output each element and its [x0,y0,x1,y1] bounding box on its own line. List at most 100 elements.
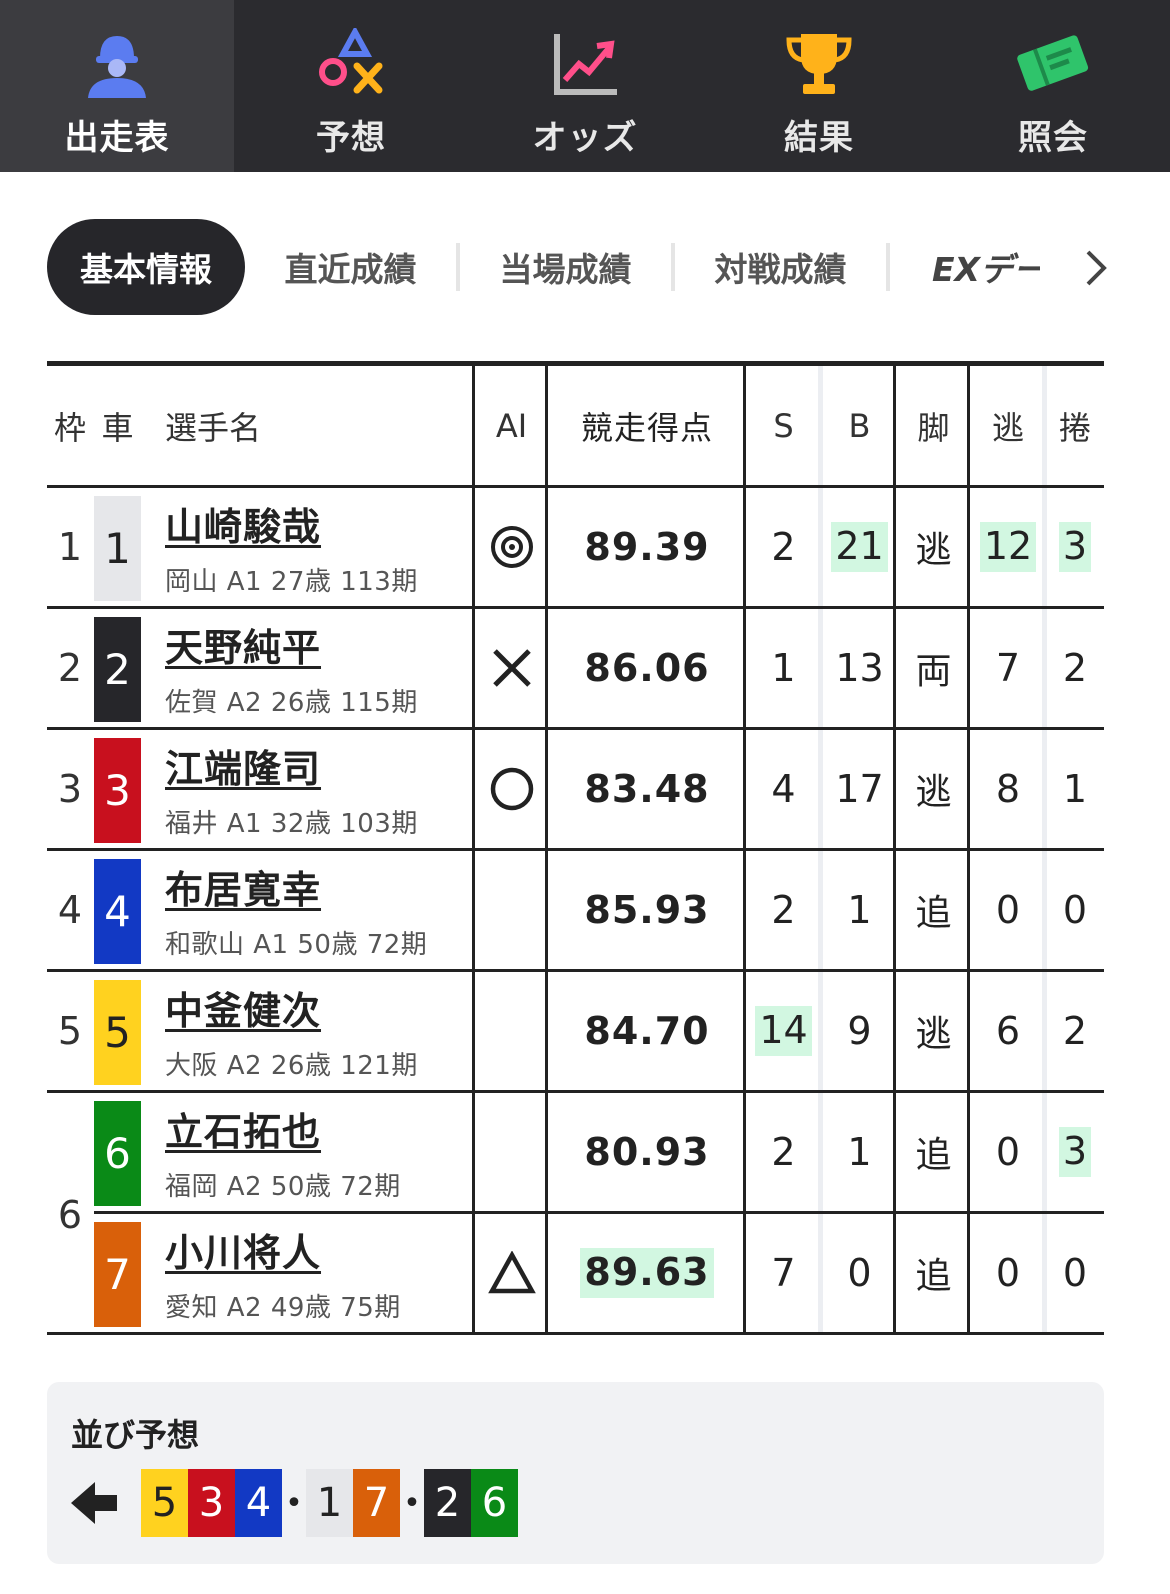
line-separator: • [285,1485,303,1521]
makuri-count: 3 [1058,1127,1092,1177]
nav-item-inquiry[interactable]: 照会 [936,0,1170,172]
race-score-cell: 86.06 [548,609,746,727]
rider-name-link[interactable]: 布居寛幸 [165,859,321,914]
car-number: 4 [94,859,141,964]
table-row[interactable]: 22 天野純平 佐賀 A2 26歳 115期 86.06 1 13 両 7 2 [47,609,1104,730]
nav-item-results[interactable]: 結果 [702,0,936,172]
nav-label: オッズ [532,118,638,158]
top-nav: 出走表 予想 オッズ 結果 照会 [0,0,1170,172]
nige-count: 8 [995,767,1021,811]
divider [1042,972,1047,1090]
race-score-cell: 85.93 [548,851,746,969]
ai-mark-empty [475,1093,548,1211]
car-number: 5 [94,980,141,1085]
s-cell: 2 [746,488,821,606]
divider [818,851,823,969]
info-tabs: 基本情報 直近成績 当場成績 対戦成績 EXデー [47,219,1127,315]
rider-info: 福井 A1 32歳 103期 [165,809,418,839]
nige-count: 6 [995,1009,1021,1053]
nav-label: 結果 [784,118,854,158]
rider-name-link[interactable]: 小川将人 [165,1222,321,1277]
riding-style: 追 [915,1256,952,1297]
divider [545,730,548,848]
makuri-count: 0 [1062,1251,1088,1295]
line-car-chip: 5 [141,1469,188,1537]
table-row[interactable]: 33 江端隆司 福井 A1 32歳 103期 83.48 4 17 逃 8 1 [47,730,1104,851]
s-count: 14 [755,1006,812,1056]
tab-ex-data[interactable]: EXデー [890,219,1040,315]
riding-style: 両 [915,651,952,692]
divider [967,972,970,1090]
divider [893,972,896,1090]
s-count: 2 [771,888,796,932]
divider [967,609,970,727]
line-car-chip: 2 [424,1469,471,1537]
rider-name-link[interactable]: 天野純平 [165,617,321,672]
tab-recent-results[interactable]: 直近成績 [245,243,460,291]
s-cell: 7 [746,1214,821,1332]
table-row[interactable]: 55 中釜健次 大阪 A2 26歳 121期 84.70 14 9 逃 6 2 [47,972,1104,1093]
tab-venue-results[interactable]: 当場成績 [460,243,675,291]
table-row[interactable]: 7 小川将人 愛知 A2 49歳 75期 89.63 7 0 追 0 0 [47,1214,1104,1335]
header-s: S [773,406,794,445]
divider [818,730,823,848]
race-score: 86.06 [584,646,710,690]
divider [893,851,896,969]
tab-head-to-head[interactable]: 対戦成績 [675,243,890,291]
table-row[interactable]: 44 布居寛幸 和歌山 A1 50歳 72期 85.93 2 1 追 0 0 [47,851,1104,972]
divider [818,972,823,1090]
divider [818,609,823,727]
rider-cell: 山崎駿哉 岡山 A1 27歳 113期 [165,488,475,606]
divider [472,366,475,485]
b-count: 1 [847,1130,872,1174]
divider [545,1093,548,1211]
header-ai: AI [495,406,528,445]
b-count: 17 [835,767,884,811]
divider [545,851,548,969]
header-sha: 車 [101,408,134,447]
nav-item-entries[interactable]: 出走表 [0,0,234,172]
chevron-right-icon[interactable] [1078,246,1114,290]
makuri-count: 2 [1062,1009,1088,1053]
divider [743,488,746,606]
b-count: 0 [847,1251,872,1295]
divider [743,1214,746,1332]
rider-name-link[interactable]: 立石拓也 [165,1101,321,1156]
s-cell: 1 [746,609,821,727]
waku-number: 1 [57,525,83,569]
rider-cell: 小川将人 愛知 A2 49歳 75期 [165,1214,475,1332]
riding-style: 追 [915,1135,952,1176]
b-cell: 9 [822,972,897,1090]
race-score-cell: 80.93 [548,1093,746,1211]
divider [545,609,548,727]
rider-cell: 布居寛幸 和歌山 A1 50歳 72期 [165,851,475,969]
nav-item-prediction[interactable]: 予想 [234,0,468,172]
tab-basic-info[interactable]: 基本情報 [47,219,245,315]
nige-cell: 0 [970,1093,1046,1211]
b-cell: 21 [822,488,897,606]
divider [893,1214,896,1332]
s-count: 1 [771,646,796,690]
header-name: 選手名 [165,408,262,447]
table-row[interactable]: 11 山崎駿哉 岡山 A1 27歳 113期 89.39 2 21 逃 12 3 [47,488,1104,609]
rider-name-link[interactable]: 江端隆司 [165,738,321,793]
race-score: 83.48 [584,767,710,811]
divider [472,972,475,1090]
b-cell: 13 [822,609,897,727]
divider [743,730,746,848]
nige-count: 7 [995,646,1021,690]
rider-info: 和歌山 A1 50歳 72期 [165,930,428,960]
divider [893,609,896,727]
divider [1042,1214,1047,1332]
nav-item-odds[interactable]: オッズ [468,0,702,172]
divider [967,1093,970,1211]
rider-name-link[interactable]: 山崎駿哉 [165,496,321,551]
s-cell: 2 [746,1093,821,1211]
table-row[interactable]: 6 立石拓也 福岡 A2 50歳 72期 80.93 2 1 追 0 3 6 [47,1093,1104,1237]
divider [967,851,970,969]
makuri-count: 0 [1062,888,1088,932]
riding-style: 逃 [915,1014,952,1055]
divider [893,730,896,848]
rider-name-link[interactable]: 中釜健次 [165,980,321,1035]
rider-info: 佐賀 A2 26歳 115期 [165,688,418,718]
